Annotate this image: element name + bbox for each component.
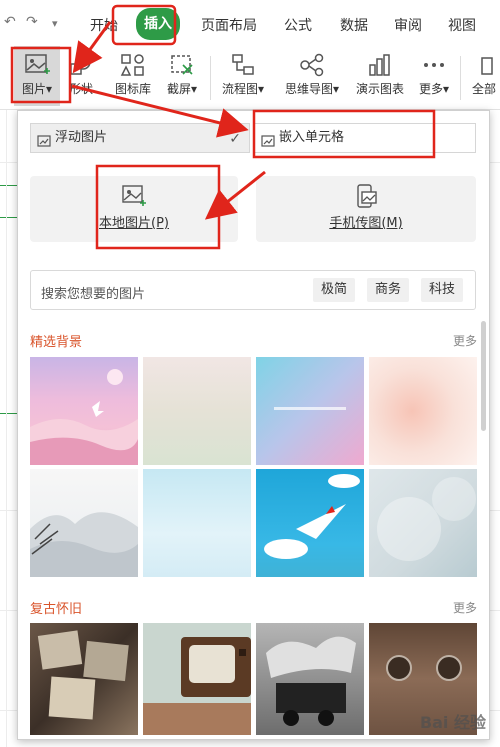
embed-cell-icon — [261, 131, 275, 147]
chart-icon — [366, 52, 394, 78]
background-thumbnail[interactable] — [256, 357, 364, 465]
local-picture-icon — [121, 184, 147, 208]
embed-cell-label: 嵌入单元格 — [279, 130, 345, 145]
tab-page-layout[interactable]: 页面布局 — [201, 15, 257, 35]
flowchart-button[interactable]: 流程图▾ — [216, 46, 270, 106]
shape-icon — [67, 52, 95, 78]
tab-view[interactable]: 视图 — [448, 15, 476, 35]
more-vintage-link[interactable]: 更多 — [453, 599, 477, 616]
screenshot-button[interactable]: 截屏▾ — [160, 46, 204, 106]
watermark: Bai 经验 — [419, 713, 486, 732]
more-backgrounds-link[interactable]: 更多 — [453, 332, 477, 349]
picture-label: 图片▾ — [21, 82, 53, 96]
flowchart-icon — [229, 52, 257, 78]
all-label: 全部 — [471, 82, 496, 96]
tag-tech[interactable]: 科技 — [421, 278, 464, 302]
tab-review[interactable]: 审阅 — [394, 15, 422, 35]
section-title-backgrounds: 精选背景 — [30, 335, 83, 350]
background-thumbnail[interactable] — [143, 469, 251, 577]
floating-picture-icon — [37, 131, 51, 147]
grid-line — [0, 217, 17, 218]
picture-button[interactable]: 图片▾ — [14, 46, 60, 106]
icon-library-label: 图标库 — [114, 82, 151, 96]
more-label: 更多▾ — [418, 82, 450, 96]
phone-picture-icon — [353, 184, 379, 208]
background-thumbnail[interactable] — [256, 469, 364, 577]
phone-picture-button[interactable]: 手机传图(M) — [256, 176, 476, 242]
floating-picture-label: 浮动图片 — [55, 130, 108, 145]
embed-cell-option[interactable]: 嵌入单元格 — [254, 123, 476, 153]
more-dots-icon — [420, 52, 448, 78]
floating-picture-option[interactable]: 浮动图片 ✓ — [30, 123, 250, 153]
all-button[interactable]: 全部 — [468, 46, 500, 106]
more-button[interactable]: 更多▾ — [414, 46, 454, 106]
mindmap-icon — [298, 52, 326, 78]
grid-line — [0, 413, 17, 414]
search-placeholder: 搜索您想要的图片 — [41, 287, 146, 302]
background-thumbnail[interactable] — [369, 469, 477, 577]
shape-label: 形状 — [68, 82, 93, 96]
background-thumbnail[interactable] — [143, 357, 251, 465]
toolbar-divider — [460, 56, 461, 100]
section-title-vintage: 复古怀旧 — [30, 602, 83, 617]
picture-icon — [23, 52, 51, 78]
insert-toolbar: 图片▾ 形状 图标库 截屏▾ 流程图▾ 思维导图▾ 演示图表 更多▾ 全部 — [0, 46, 500, 110]
screenshot-label: 截屏▾ — [166, 82, 198, 96]
icon-library-icon — [119, 52, 147, 78]
insert-picture-panel: 浮动图片 ✓ 嵌入单元格 本地图片(P) 手机传图(M) 搜索您想要的图片 极简… — [17, 110, 490, 740]
mindmap-button[interactable]: 思维导图▾ — [278, 46, 346, 106]
grid-line — [6, 110, 7, 747]
redo-icon[interactable]: ↷ — [26, 14, 38, 30]
background-thumbnail[interactable] — [369, 357, 477, 465]
flowchart-label: 流程图▾ — [221, 82, 265, 96]
mindmap-label: 思维导图▾ — [284, 82, 340, 96]
background-thumbnail[interactable] — [30, 357, 138, 465]
vintage-thumbnail[interactable] — [256, 623, 364, 735]
vintage-thumbnail[interactable] — [30, 623, 138, 735]
background-thumbnail[interactable] — [30, 469, 138, 577]
shape-button[interactable]: 形状 — [62, 46, 100, 106]
tag-business[interactable]: 商务 — [367, 278, 410, 302]
tab-data[interactable]: 数据 — [340, 15, 368, 35]
ribbon-tab-bar: ↶ ↷ ▾ 开始 插入 页面布局 公式 数据 审阅 视图 — [0, 0, 500, 46]
tab-home[interactable]: 开始 — [90, 15, 118, 35]
toolbar-divider — [210, 56, 211, 100]
tab-formulas[interactable]: 公式 — [284, 15, 312, 35]
local-picture-label: 本地图片(P) — [99, 216, 169, 231]
chevron-down-icon[interactable]: ▾ — [52, 17, 58, 30]
chart-button[interactable]: 演示图表 — [350, 46, 410, 106]
phone-picture-label: 手机传图(M) — [329, 216, 403, 231]
panel-scrollbar[interactable] — [481, 321, 486, 431]
picture-search-box[interactable]: 搜索您想要的图片 极简 商务 科技 — [30, 270, 476, 310]
tab-insert[interactable]: 插入 — [136, 8, 180, 40]
local-picture-button[interactable]: 本地图片(P) — [30, 176, 238, 242]
icon-library-button[interactable]: 图标库 — [110, 46, 156, 106]
undo-icon[interactable]: ↶ — [4, 14, 16, 30]
grid-line — [0, 185, 17, 186]
vintage-thumbnail[interactable] — [143, 623, 251, 735]
chart-label: 演示图表 — [355, 82, 404, 96]
tag-minimal[interactable]: 极简 — [313, 278, 356, 302]
all-icon — [470, 52, 498, 78]
screenshot-icon — [168, 52, 196, 78]
checkmark-icon: ✓ — [229, 131, 241, 147]
